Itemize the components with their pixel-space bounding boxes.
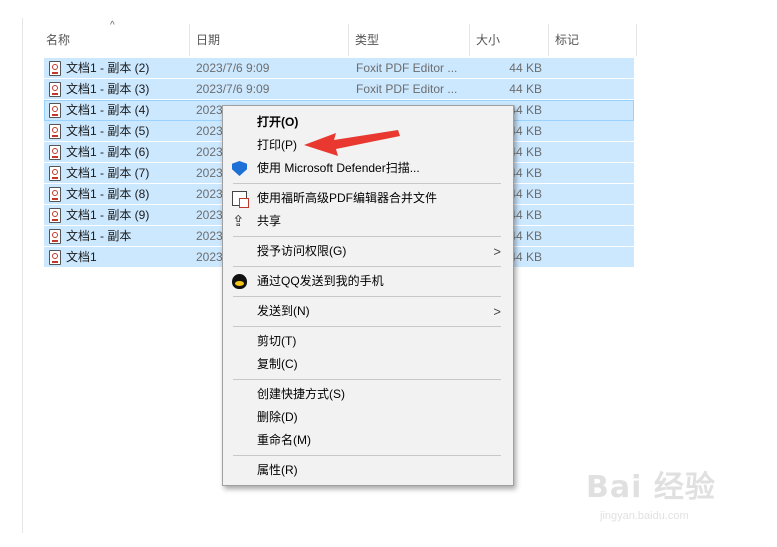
file-size: 44 KB: [509, 82, 542, 96]
file-name: 文档1: [66, 250, 97, 264]
pdf-file-icon: [49, 124, 61, 139]
file-explorer: ^ 名称 日期 类型 大小 标记 文档1 - 副本 (2) 2023/7/6 9…: [0, 0, 777, 547]
menu-item-grant-access[interactable]: 授予访问权限(G) >: [223, 240, 513, 263]
menu-item-share[interactable]: 共享: [223, 210, 513, 233]
navigation-pane-border: [22, 18, 23, 533]
pdf-merge-icon: [232, 191, 249, 208]
menu-item-properties[interactable]: 属性(R): [223, 459, 513, 482]
watermark-url: jingyan.baidu.com: [600, 510, 689, 522]
menu-item-send-qq[interactable]: 通过QQ发送到我的手机: [223, 270, 513, 293]
file-name: 文档1 - 副本 (4): [66, 103, 150, 117]
file-name: 文档1 - 副本 (7): [66, 166, 150, 180]
share-icon: [232, 210, 247, 233]
column-header-name[interactable]: 名称: [40, 26, 190, 54]
file-name: 文档1 - 副本 (9): [66, 208, 150, 222]
file-row[interactable]: 文档1 - 副本 (3) 2023/7/6 9:09 Foxit PDF Edi…: [44, 79, 634, 100]
menu-item-rename[interactable]: 重命名(M): [223, 429, 513, 452]
chevron-right-icon: >: [493, 244, 501, 259]
pdf-file-icon: [49, 187, 61, 202]
annotation-arrow-icon: [304, 130, 400, 156]
menu-item-delete[interactable]: 删除(D): [223, 406, 513, 429]
file-name: 文档1 - 副本 (5): [66, 124, 150, 138]
menu-item-send-to[interactable]: 发送到(N) >: [223, 300, 513, 323]
menu-separator: [233, 379, 501, 380]
menu-item-label: 发送到(N): [257, 304, 310, 318]
file-type: Foxit PDF Editor ...: [356, 82, 458, 96]
menu-item-label: 使用 Microsoft Defender扫描...: [257, 161, 420, 175]
menu-item-label: 授予访问权限(G): [257, 244, 347, 258]
menu-item-label: 通过QQ发送到我的手机: [257, 274, 384, 288]
menu-separator: [233, 296, 501, 297]
menu-separator: [233, 236, 501, 237]
menu-separator: [233, 266, 501, 267]
menu-item-create-shortcut[interactable]: 创建快捷方式(S): [223, 383, 513, 406]
column-header-type[interactable]: 类型: [349, 26, 469, 54]
column-header-size[interactable]: 大小: [470, 26, 548, 54]
pdf-file-icon: [49, 208, 61, 223]
menu-item-label: 使用福昕高级PDF编辑器合并文件: [257, 191, 438, 205]
menu-item-merge-pdf[interactable]: 使用福昕高级PDF编辑器合并文件: [223, 187, 513, 210]
shield-icon: [232, 161, 247, 176]
file-name: 文档1 - 副本 (2): [66, 61, 150, 75]
column-separator[interactable]: [636, 24, 637, 56]
pdf-file-icon: [49, 166, 61, 181]
file-row[interactable]: 文档1 - 副本 (2) 2023/7/6 9:09 Foxit PDF Edi…: [44, 58, 634, 79]
pdf-file-icon: [49, 103, 61, 118]
file-type: Foxit PDF Editor ...: [356, 61, 458, 75]
file-size: 44 KB: [509, 61, 542, 75]
menu-separator: [233, 455, 501, 456]
column-header-date[interactable]: 日期: [190, 26, 348, 54]
qq-penguin-icon: [232, 274, 247, 289]
file-name: 文档1 - 副本 (3): [66, 82, 150, 96]
menu-item-cut[interactable]: 剪切(T): [223, 330, 513, 353]
file-date: 2023/7/6 9:09: [196, 61, 270, 75]
menu-item-label: 共享: [257, 214, 282, 228]
menu-separator: [233, 326, 501, 327]
pdf-file-icon: [49, 61, 61, 76]
menu-separator: [233, 183, 501, 184]
file-date: 2023/7/6 9:09: [196, 82, 270, 96]
file-name: 文档1 - 副本: [66, 229, 132, 243]
watermark-logo: Bai 经验: [586, 470, 716, 505]
menu-item-copy[interactable]: 复制(C): [223, 353, 513, 376]
file-name: 文档1 - 副本 (8): [66, 187, 150, 201]
context-menu: 打开(O) 打印(P) 使用 Microsoft Defender扫描... 使…: [222, 105, 514, 486]
file-name: 文档1 - 副本 (6): [66, 145, 150, 159]
pdf-file-icon: [49, 82, 61, 97]
chevron-right-icon: >: [493, 304, 501, 319]
pdf-file-icon: [49, 250, 61, 265]
pdf-file-icon: [49, 229, 61, 244]
pdf-file-icon: [49, 145, 61, 160]
column-header-tags[interactable]: 标记: [549, 26, 635, 54]
menu-item-defender-scan[interactable]: 使用 Microsoft Defender扫描...: [223, 157, 513, 180]
